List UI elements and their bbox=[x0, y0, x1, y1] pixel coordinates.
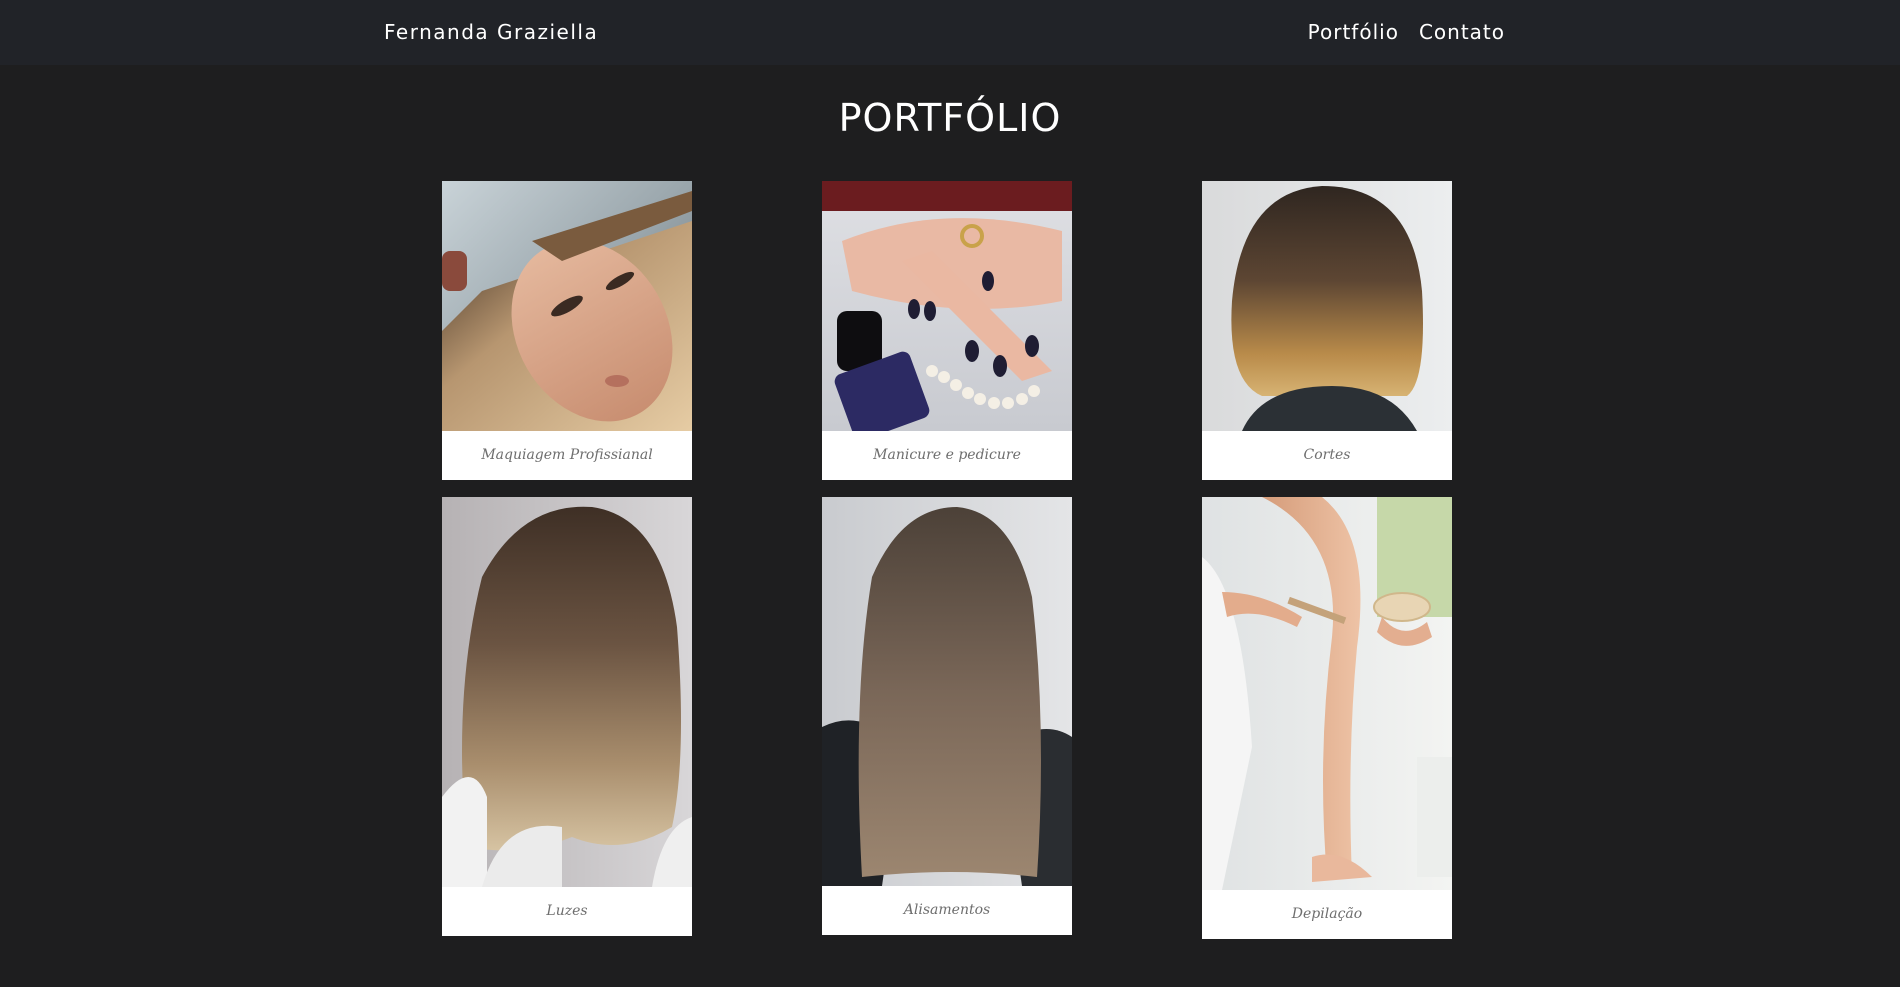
waxing-photo bbox=[1202, 497, 1452, 890]
page-title: PORTFÓLIO bbox=[838, 96, 1062, 140]
portfolio-card-depilacao[interactable]: Depilação bbox=[1202, 497, 1452, 939]
card-caption: Depilação bbox=[1291, 906, 1363, 922]
portfolio-card-makeup[interactable]: Maquiagem Profissianal bbox=[442, 181, 692, 480]
haircut-photo bbox=[1202, 181, 1452, 431]
card-caption: Maquiagem Profissianal bbox=[481, 447, 653, 463]
card-caption: Luzes bbox=[546, 903, 588, 919]
nav-links: Portfólio Contato bbox=[1308, 20, 1505, 44]
highlights-photo bbox=[442, 497, 692, 887]
makeup-photo bbox=[442, 181, 692, 431]
portfolio-card-cortes[interactable]: Cortes bbox=[1202, 181, 1452, 480]
card-caption: Manicure e pedicure bbox=[873, 447, 1021, 463]
manicure-photo bbox=[822, 181, 1072, 431]
card-caption: Alisamentos bbox=[903, 902, 991, 918]
card-caption: Cortes bbox=[1303, 447, 1351, 463]
nav-link-portfolio[interactable]: Portfólio bbox=[1308, 20, 1399, 44]
straightening-photo bbox=[822, 497, 1072, 886]
navbar: Fernanda Graziella Portfólio Contato bbox=[0, 0, 1900, 65]
portfolio-card-luzes[interactable]: Luzes bbox=[442, 497, 692, 936]
brand-link[interactable]: Fernanda Graziella bbox=[384, 20, 598, 44]
portfolio-card-manicure[interactable]: Manicure e pedicure bbox=[822, 181, 1072, 480]
nav-link-contato[interactable]: Contato bbox=[1419, 20, 1505, 44]
portfolio-card-alisamentos[interactable]: Alisamentos bbox=[822, 497, 1072, 935]
